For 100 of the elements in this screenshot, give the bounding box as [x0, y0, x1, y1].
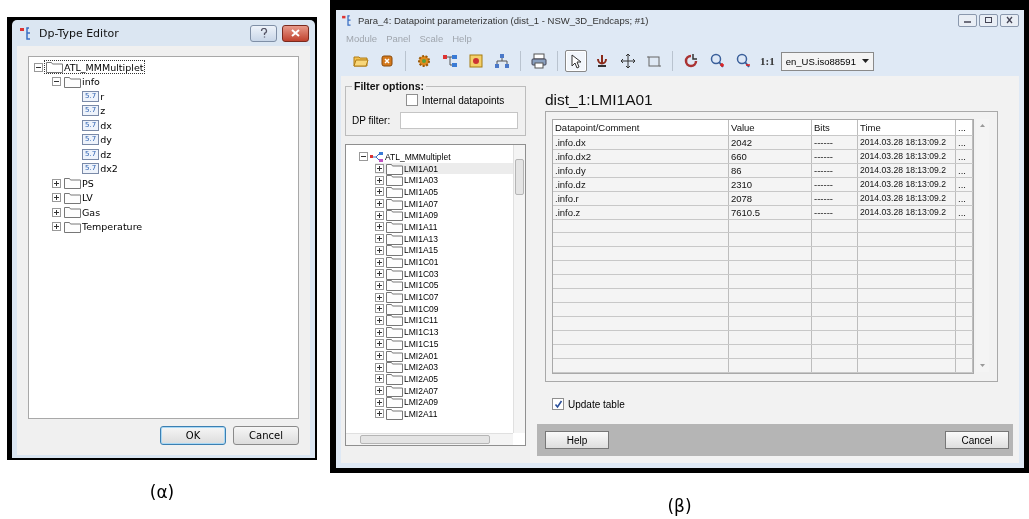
expand-icon[interactable]	[375, 234, 384, 244]
tree-item[interactable]: LMI1C13	[386, 326, 443, 339]
expand-icon[interactable]	[375, 175, 384, 185]
column-header[interactable]: Datapoint/Comment	[553, 120, 729, 135]
caret-icon	[861, 59, 869, 63]
expand-icon[interactable]	[375, 164, 384, 174]
tree-item[interactable]: LMI2A05	[386, 372, 443, 385]
toolbar-button[interactable]	[565, 50, 587, 72]
tree-item[interactable]: LMI2A03	[386, 361, 443, 374]
toolbar-button[interactable]	[528, 50, 550, 72]
tree-item[interactable]: LMI1A11	[386, 220, 442, 233]
tree-item[interactable]: LMI1A09	[386, 209, 443, 222]
app-icon	[342, 14, 354, 26]
tree-item[interactable]: LMI1C03	[386, 267, 443, 280]
collapse-icon[interactable]	[34, 62, 43, 72]
dialog-button[interactable]: Help	[545, 431, 609, 449]
tree-item[interactable]: PS	[62, 176, 96, 191]
tree-item[interactable]: LMI2A01	[386, 349, 443, 362]
table-cell: ...	[956, 135, 973, 149]
tree-item[interactable]: LMI2A11	[386, 407, 442, 420]
tree-item[interactable]: info	[62, 74, 102, 89]
expand-icon[interactable]	[375, 327, 384, 337]
expand-icon[interactable]	[375, 210, 384, 220]
tree-item[interactable]: Temperature	[62, 219, 145, 234]
dialog-button[interactable]: Cancel	[945, 431, 1009, 449]
tree-item[interactable]: LMI1C05	[386, 279, 443, 292]
zoom-out-icon	[735, 53, 751, 69]
filter-field[interactable]	[400, 112, 519, 129]
zoom-in-icon	[709, 53, 725, 69]
collapse-icon[interactable]	[52, 77, 61, 87]
tree-item[interactable]: LMI2A07	[386, 384, 443, 397]
tree-item[interactable]: LV	[62, 190, 95, 205]
tree-item[interactable]: LMI1A13	[386, 232, 443, 245]
expand-icon[interactable]	[375, 269, 384, 279]
tree-item[interactable]: LMI1C15	[386, 337, 443, 350]
checkbox[interactable]	[552, 398, 564, 410]
expand-icon[interactable]	[375, 187, 384, 197]
maximize-button[interactable]	[979, 13, 998, 27]
expand-icon[interactable]	[375, 199, 384, 209]
column-header[interactable]: Bits	[812, 120, 858, 135]
tree-item[interactable]: LMI1A03	[386, 174, 443, 187]
tree-item[interactable]: ATL_MMMultiplet	[370, 151, 455, 162]
field-label: DP filter:	[352, 115, 391, 126]
help-icon	[259, 28, 268, 38]
folder-icon	[386, 407, 403, 420]
scrollbar[interactable]	[513, 145, 525, 433]
expand-icon[interactable]	[375, 245, 384, 255]
expand-icon[interactable]	[375, 304, 384, 314]
folder-icon	[386, 372, 403, 385]
anchor-icon	[594, 53, 610, 69]
column-header[interactable]: ...	[956, 120, 973, 135]
help-button[interactable]	[250, 24, 277, 42]
tree-item[interactable]: ATL_MMMultiplet	[44, 60, 146, 75]
tree-item[interactable]: LMI2A09	[386, 396, 443, 409]
open-folder-icon	[353, 53, 369, 69]
tree-item[interactable]: LMI1C11	[386, 314, 442, 327]
dialog-button[interactable]: Cancel	[233, 426, 299, 445]
collapse-icon[interactable]	[359, 152, 368, 162]
expand-icon[interactable]	[52, 207, 61, 217]
folder-icon	[386, 361, 403, 374]
column-header[interactable]: Time	[858, 120, 956, 135]
expand-icon[interactable]	[375, 409, 384, 419]
checkbox-label: Internal datapoints	[422, 94, 505, 106]
pointer-icon	[568, 53, 584, 69]
expand-icon[interactable]	[375, 280, 384, 290]
scrollbar[interactable]	[346, 433, 513, 445]
minimize-button[interactable]	[958, 13, 977, 27]
actual-size-button[interactable]: 1:1	[758, 55, 777, 67]
tree-item[interactable]: LMI1A05	[386, 185, 443, 198]
expand-icon[interactable]	[52, 222, 61, 232]
locale-dropdown[interactable]: en_US.iso88591	[780, 51, 874, 71]
expand-icon[interactable]	[52, 178, 61, 188]
table-cell: 2014.03.28 18:13:09.2	[858, 177, 956, 191]
tree-item[interactable]: LMI1A15	[386, 244, 443, 257]
tree-item[interactable]: LMI1C09	[386, 302, 443, 315]
table-cell: 2014.03.28 18:13:09.2	[858, 135, 956, 149]
expand-icon[interactable]	[375, 397, 384, 407]
expand-icon[interactable]	[375, 257, 384, 267]
dialog-button[interactable]: OK	[160, 426, 226, 445]
close-button[interactable]	[282, 24, 309, 42]
expand-icon[interactable]	[375, 339, 384, 349]
tree-item[interactable]: Gas	[62, 205, 103, 220]
table-cell: 86	[729, 163, 812, 177]
expand-icon[interactable]	[375, 362, 384, 372]
expand-icon[interactable]	[375, 351, 384, 361]
folder-icon	[386, 232, 403, 245]
expand-icon[interactable]	[375, 315, 384, 325]
close-button[interactable]	[1000, 13, 1019, 27]
expand-icon[interactable]	[375, 222, 384, 232]
tree-item[interactable]: LMI1A07	[386, 197, 443, 210]
tree-item[interactable]: LMI1C07	[386, 291, 443, 304]
column-header[interactable]: Value	[729, 120, 812, 135]
expand-icon[interactable]	[375, 292, 384, 302]
expand-icon[interactable]	[375, 374, 384, 384]
table-cell: ------	[812, 135, 858, 149]
checkbox[interactable]	[406, 94, 418, 106]
rotate-icon	[683, 53, 699, 69]
expand-icon[interactable]	[52, 193, 61, 203]
tree-item[interactable]: LMI1C01	[386, 256, 443, 269]
expand-icon[interactable]	[375, 386, 384, 396]
